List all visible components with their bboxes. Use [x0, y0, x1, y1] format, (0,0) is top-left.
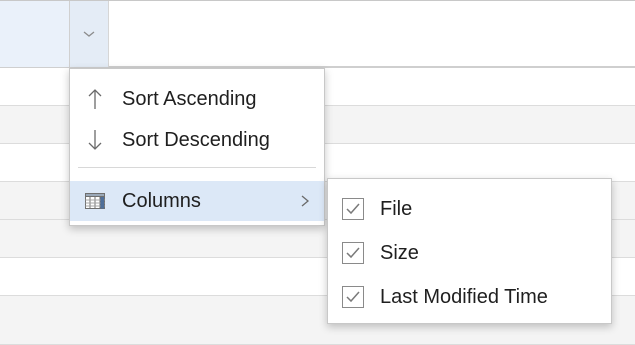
columns-icon: [82, 188, 108, 214]
column-toggle-last-modified-time[interactable]: Last Modified Time: [328, 277, 611, 317]
menu-item-label: Columns: [122, 190, 201, 212]
checkbox[interactable]: [342, 198, 364, 220]
column-toggle-label: Size: [380, 241, 419, 264]
menu-item-columns[interactable]: Columns: [70, 181, 324, 221]
menu-item-label: Sort Ascending: [122, 88, 257, 110]
column-toggle-label: File: [380, 197, 413, 220]
checkbox[interactable]: [342, 242, 364, 264]
chevron-down-icon: [83, 31, 95, 37]
column-toggle-size[interactable]: Size: [328, 233, 611, 273]
column-menu-button[interactable]: [70, 1, 108, 67]
checkmark-icon: [346, 247, 360, 259]
checkbox[interactable]: [342, 286, 364, 308]
column-context-menu: Sort Ascending Sort Descending Columns: [69, 68, 325, 226]
chevron-right-icon: [301, 195, 310, 207]
grid-header-row: [0, 0, 635, 68]
arrow-down-icon: [82, 127, 108, 153]
menu-separator: [78, 167, 316, 168]
menu-item-label: Sort Descending: [122, 129, 270, 151]
checkmark-icon: [346, 203, 360, 215]
checkmark-icon: [346, 291, 360, 303]
column-divider: [108, 1, 109, 67]
columns-submenu: File Size Last Modified Time: [327, 178, 612, 324]
menu-item-sort-ascending[interactable]: Sort Ascending: [70, 79, 324, 119]
column-toggle-label: Last Modified Time: [380, 285, 548, 308]
column-toggle-file[interactable]: File: [328, 189, 611, 229]
arrow-up-icon: [82, 86, 108, 112]
menu-item-sort-descending[interactable]: Sort Descending: [70, 120, 324, 160]
